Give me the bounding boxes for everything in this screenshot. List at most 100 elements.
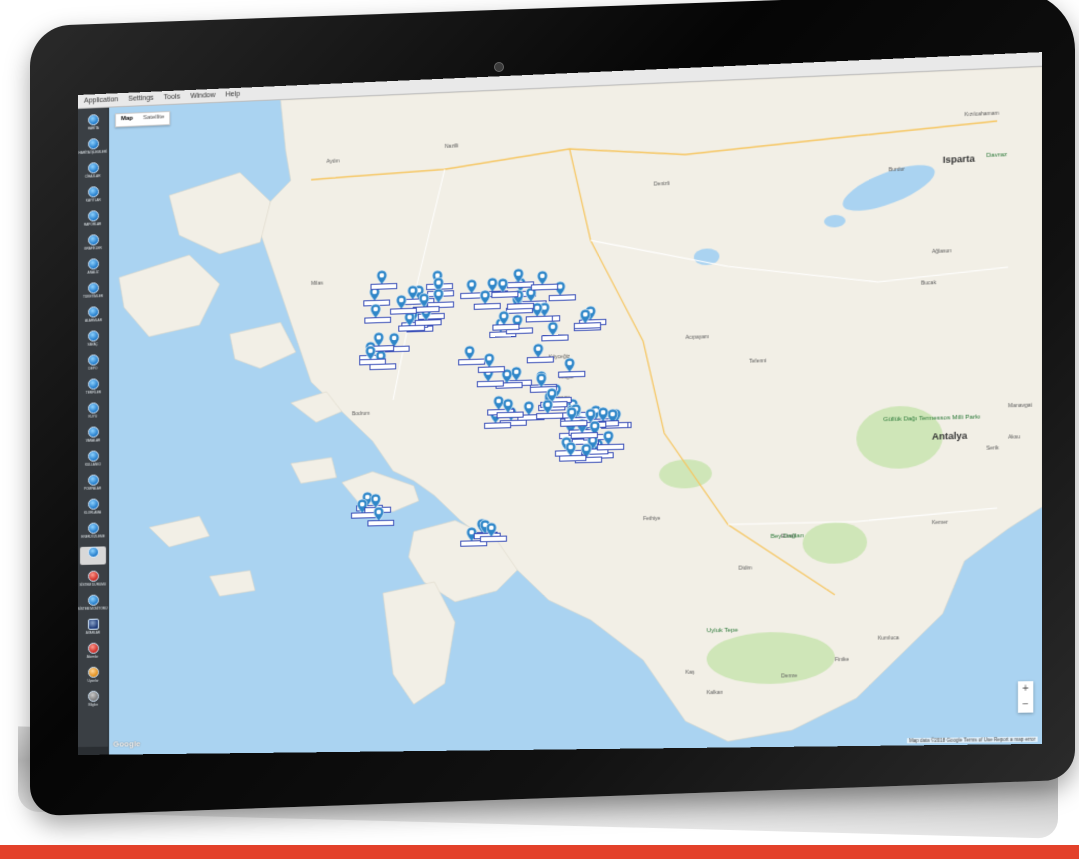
sidebar-item-label: Bilgiler <box>88 702 98 707</box>
sidebar-item[interactable]: DEPO <box>80 354 106 373</box>
sidebar-item[interactable]: TERFİLER <box>80 378 106 397</box>
device-marker-label <box>492 323 520 331</box>
map-park-label: Davraz <box>986 152 1008 160</box>
sidebar-icon <box>87 426 99 438</box>
zoom-out-button[interactable]: − <box>1022 698 1028 710</box>
sidebar-item-label: TÜKETİMLER <box>83 294 103 299</box>
device-marker-label <box>531 283 559 291</box>
sidebar-item[interactable]: VANALAR <box>80 426 106 445</box>
map-type-map[interactable]: Map <box>116 113 138 126</box>
sidebar-item[interactable]: SİSTEM MONİTÖRÜ <box>78 594 108 613</box>
menu-application[interactable]: Application <box>84 96 118 105</box>
device-marker-label <box>541 334 569 342</box>
sidebar-item[interactable]: Uyarılar <box>80 666 106 685</box>
map-place-label: Burdur <box>888 166 905 174</box>
sidebar-icon <box>87 666 99 678</box>
map-view[interactable]: Map Satellite Aydın Nazilli Denizli Burdur I… <box>108 66 1043 755</box>
zoom-in-button[interactable]: + <box>1022 683 1028 695</box>
sidebar-item[interactable]: AYARLAR <box>80 618 106 636</box>
sidebar-item[interactable]: POMPALAR <box>80 474 106 493</box>
sidebar-item-label: ANALİZ <box>87 270 99 275</box>
map-place-label: Aydın <box>326 158 340 165</box>
sidebar-item-label: KULLANICI <box>84 462 102 467</box>
sidebar-item-label: ENERJİ İZLEME <box>81 534 105 539</box>
device-marker-label <box>367 519 395 527</box>
sidebar-item[interactable]: KULLANICI <box>80 450 106 469</box>
sidebar-icon <box>87 234 99 246</box>
sidebar-item[interactable]: SAYAÇ <box>80 330 106 349</box>
map-type-control: Map Satellite <box>114 110 171 128</box>
device-marker-label <box>359 358 386 366</box>
sidebar-item-label: HARİTA İŞLEMLERİ <box>78 149 108 155</box>
sidebar-item[interactable]: HARİTA İŞLEMLERİ <box>78 138 108 157</box>
map-type-satellite[interactable]: Satellite <box>138 112 170 125</box>
monitor: Application Settings Tools Window Help H… <box>0 0 1079 859</box>
sidebar-item-label: SİSTEM MONİTÖRÜ <box>78 606 108 611</box>
device-marker-label <box>507 303 535 311</box>
sidebar-item[interactable]: HARİTA <box>80 114 106 133</box>
sidebar-icon <box>87 354 99 366</box>
map-place-label: Denizli <box>653 180 670 188</box>
sidebar-item[interactable]: KAYITLAR <box>80 186 106 205</box>
map-place-label: Fethiye <box>643 515 661 523</box>
menu-window[interactable]: Window <box>190 92 215 100</box>
sidebar-item-label: ALARMLAR <box>84 318 102 323</box>
sidebar-icon <box>87 282 99 294</box>
sidebar-item[interactable]: ALARMLAR <box>80 306 106 325</box>
sidebar-icon <box>87 138 99 150</box>
map-place-label: Manavgat <box>1008 402 1033 410</box>
device-marker-label <box>478 366 506 374</box>
device-marker-label <box>557 371 586 379</box>
sidebar-item-label: POMPALAR <box>84 486 102 491</box>
sidebar-item-label: RAPORLAR <box>84 222 102 227</box>
sidebar-item-label: CİHAZLAR <box>85 174 101 179</box>
sidebar: HARİTA HARİTA İŞLEMLERİ CİHAZLAR KAYITLAR RA… <box>78 107 109 755</box>
menu-settings[interactable]: Settings <box>128 95 153 103</box>
accent-band <box>0 845 1079 859</box>
device-marker-label <box>370 283 397 291</box>
device-marker-label <box>549 294 577 302</box>
sidebar-item-label: SAYAÇ <box>87 342 99 347</box>
sidebar-item[interactable] <box>79 546 106 565</box>
sidebar-item[interactable]: KLORLAMA <box>80 498 106 517</box>
device-marker-label <box>559 419 588 427</box>
menu-help[interactable]: Help <box>226 91 241 99</box>
sidebar-item[interactable]: TÜKETİMLER <box>80 282 106 301</box>
map-place-label: Kemer <box>931 519 948 527</box>
sidebar-item[interactable]: CİHAZLAR <box>80 162 106 181</box>
device-marker-label <box>458 358 486 366</box>
map-park-label: Bey Dağları <box>770 533 805 541</box>
sidebar-item[interactable]: ANALİZ <box>80 258 106 277</box>
sidebar-icon <box>87 162 99 174</box>
menu-tools[interactable]: Tools <box>164 93 180 101</box>
sidebar-icon <box>87 474 99 486</box>
screen: Application Settings Tools Window Help H… <box>78 52 1043 755</box>
zoom-control: + − <box>1017 681 1034 713</box>
sidebar-icon <box>87 546 99 558</box>
sidebar-item-label: Alarmlar <box>87 654 99 659</box>
sidebar-icon <box>87 186 99 198</box>
sidebar-icon <box>87 306 99 318</box>
sidebar-icon <box>87 498 99 510</box>
sidebar-item[interactable]: Alarmlar <box>80 642 106 661</box>
device-marker-label <box>398 324 426 332</box>
map-place-label: Serik <box>986 445 999 452</box>
sidebar-icon <box>87 378 99 390</box>
sidebar-item-label: GRAFİKLER <box>84 246 102 251</box>
device-marker-label <box>597 443 625 451</box>
map-place-label: Milas <box>311 280 324 287</box>
sidebar-item[interactable]: Bilgiler <box>80 690 106 709</box>
device-marker-label <box>496 411 524 419</box>
sidebar-item[interactable]: ENERJİ İZLEME <box>80 522 106 541</box>
sidebar-icon <box>87 450 99 462</box>
map-place-label: Isparta <box>942 153 975 166</box>
sidebar-item[interactable]: SİSTEM DURUMU <box>80 570 106 589</box>
sidebar-item[interactable]: KUYU <box>80 402 106 421</box>
sidebar-icon <box>87 642 99 654</box>
device-marker-label <box>526 355 554 363</box>
sidebar-item[interactable]: RAPORLAR <box>80 210 106 229</box>
device-marker-label <box>483 422 511 430</box>
map-place-label: Acıpayam <box>685 334 710 342</box>
sidebar-item[interactable]: GRAFİKLER <box>80 234 106 253</box>
map-place-label: Ağlasun <box>931 248 952 256</box>
